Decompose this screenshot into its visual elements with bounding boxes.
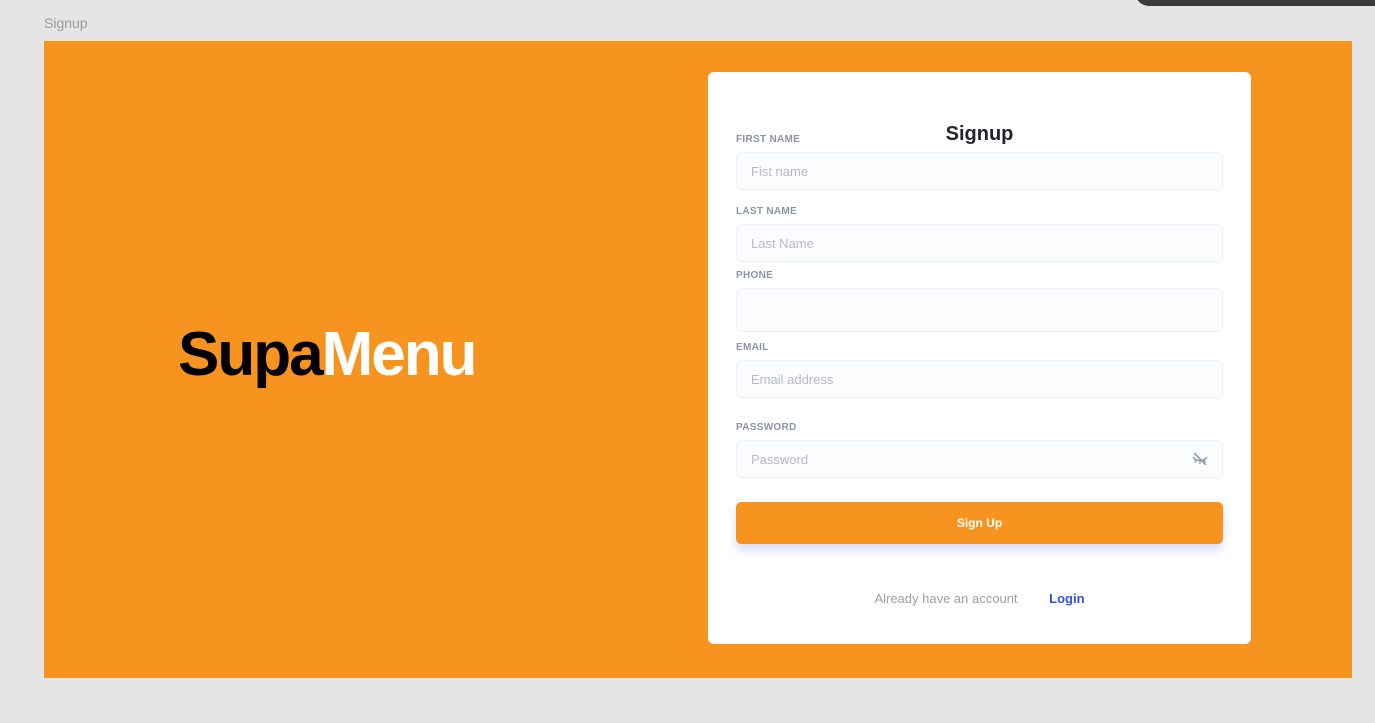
brand-logo: SupaMenu bbox=[178, 324, 477, 386]
password-label: PASSWORD bbox=[736, 422, 797, 433]
login-link[interactable]: Login bbox=[1049, 591, 1084, 606]
password-field bbox=[736, 440, 1223, 478]
brand-logo-part-dark: Supa bbox=[178, 320, 324, 389]
first-name-label: FIRST NAME bbox=[736, 134, 801, 145]
login-prompt: Already have an account Login bbox=[708, 591, 1251, 606]
phone-input[interactable] bbox=[737, 289, 1222, 331]
email-label: EMAIL bbox=[736, 342, 769, 353]
last-name-input[interactable] bbox=[737, 225, 1222, 261]
phone-field bbox=[736, 288, 1223, 332]
email-input[interactable] bbox=[737, 361, 1222, 397]
sign-up-button[interactable]: Sign Up bbox=[736, 502, 1223, 544]
brand-logo-part-light: Menu bbox=[321, 320, 478, 389]
window-corner-tab bbox=[1135, 0, 1375, 6]
signup-frame: SupaMenu Signup FIRST NAME LAST NAME PHO… bbox=[44, 41, 1352, 678]
first-name-field bbox=[736, 152, 1223, 190]
password-input[interactable] bbox=[737, 441, 1222, 477]
eye-off-icon[interactable] bbox=[1192, 451, 1208, 467]
phone-label: PHONE bbox=[736, 270, 774, 281]
signup-card: Signup FIRST NAME LAST NAME PHONE EMAIL … bbox=[708, 72, 1251, 644]
last-name-label: LAST NAME bbox=[736, 206, 798, 217]
frame-label: Signup bbox=[44, 15, 88, 31]
last-name-field bbox=[736, 224, 1223, 262]
first-name-input[interactable] bbox=[737, 153, 1222, 189]
already-have-account-text: Already have an account bbox=[874, 591, 1018, 606]
email-field bbox=[736, 360, 1223, 398]
